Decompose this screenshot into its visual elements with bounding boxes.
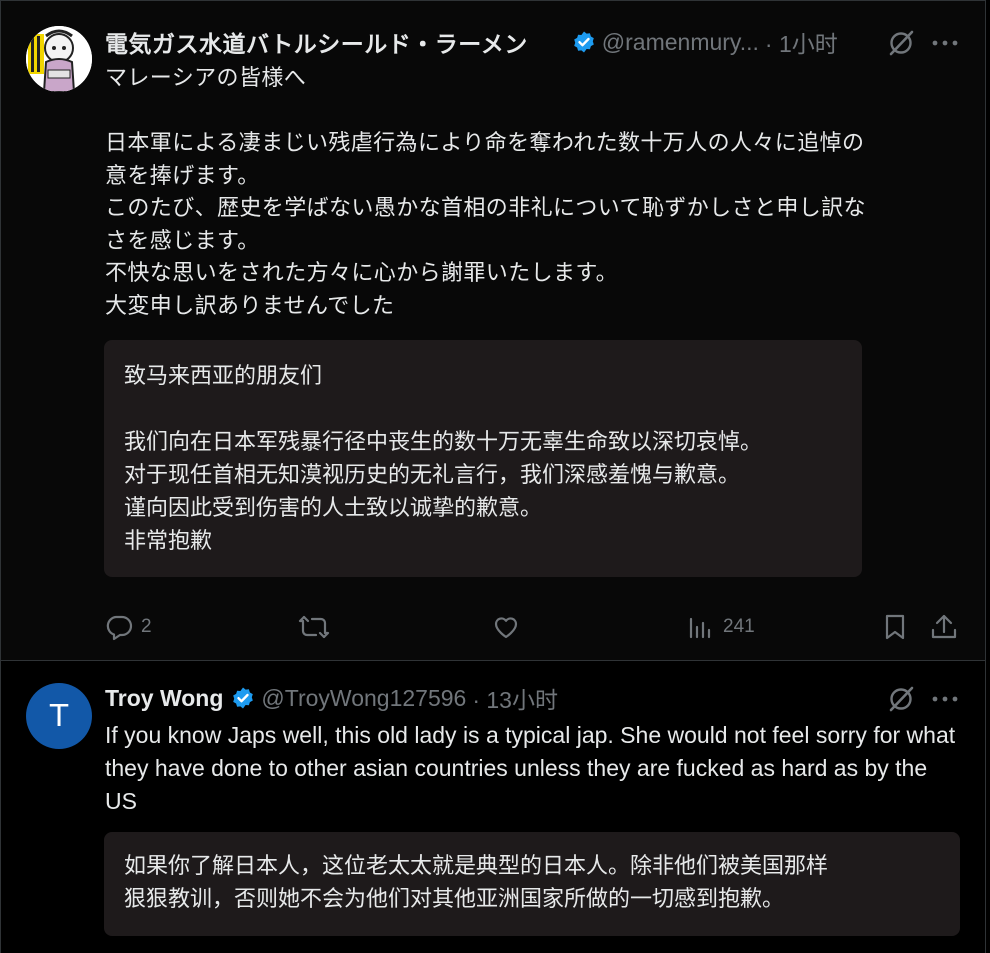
verified-badge-icon[interactable] (572, 30, 596, 54)
avatar[interactable]: T (26, 683, 92, 749)
tweet-text: If you know Japs well, this old lady is … (105, 722, 956, 814)
translation-box: 如果你了解日本人，这位老太太就是典型的日本人。除非他们被美国那样 狠狠教训，否则… (104, 832, 960, 936)
display-name[interactable]: 電気ガス水道バトルシールド・ラーメン (105, 25, 528, 59)
share-icon (930, 613, 958, 641)
bookmark-button[interactable] (881, 611, 909, 643)
grok-icon[interactable] (887, 685, 915, 713)
tweet[interactable]: 電気ガス水道バトルシールド・ラーメン @ramenmury... · 1小时 マ… (0, 0, 986, 660)
tweet[interactable]: T Troy Wong @TroyWong127596 · 13小时 If yo… (0, 661, 986, 953)
timeline: 電気ガス水道バトルシールド・ラーメン @ramenmury... · 1小时 マ… (0, 0, 990, 953)
translation-text: 致马来西亚的朋友们 我们向在日本军残暴行径中丧生的数十万无辜生命致以深切哀悼。 … (124, 364, 763, 554)
tweet-text: マレーシアの皆様へ 日本軍による凄まじい残虐行為により命を奪われた数十万人の人々… (105, 66, 866, 319)
display-name[interactable]: Troy Wong (105, 685, 223, 712)
timestamp[interactable]: · 1小时 (765, 25, 838, 59)
retweet-button[interactable] (298, 611, 330, 643)
verified-badge-icon[interactable] (231, 686, 255, 710)
more-icon[interactable] (930, 684, 960, 714)
views-count: 241 (723, 616, 755, 637)
avatar[interactable] (26, 26, 92, 92)
reply-count: 2 (141, 616, 152, 637)
bookmark-icon (881, 613, 909, 641)
retweet-icon (298, 613, 330, 641)
more-icon[interactable] (930, 28, 960, 58)
handle[interactable]: @ramenmury... (602, 29, 759, 56)
timestamp[interactable]: · 13小时 (472, 681, 558, 715)
translation-text: 如果你了解日本人，这位老太太就是典型的日本人。除非他们被美国那样 狠狠教训，否则… (124, 854, 829, 912)
translation-box: 致马来西亚的朋友们 我们向在日本军残暴行径中丧生的数十万无辜生命致以深切哀悼。 … (104, 340, 862, 577)
views-icon (687, 613, 715, 641)
tweet-header: 電気ガス水道バトルシールド・ラーメン @ramenmury... · 1小时 (105, 25, 838, 59)
handle[interactable]: @TroyWong127596 (261, 685, 466, 712)
tweet-header: Troy Wong @TroyWong127596 · 13小时 (105, 681, 558, 715)
reply-button[interactable]: 2 (105, 611, 152, 643)
share-button[interactable] (930, 611, 958, 643)
grok-icon[interactable] (887, 29, 915, 57)
like-icon (492, 613, 520, 641)
views-button[interactable]: 241 (687, 611, 755, 643)
like-button[interactable] (492, 611, 520, 643)
reply-icon (105, 613, 133, 641)
